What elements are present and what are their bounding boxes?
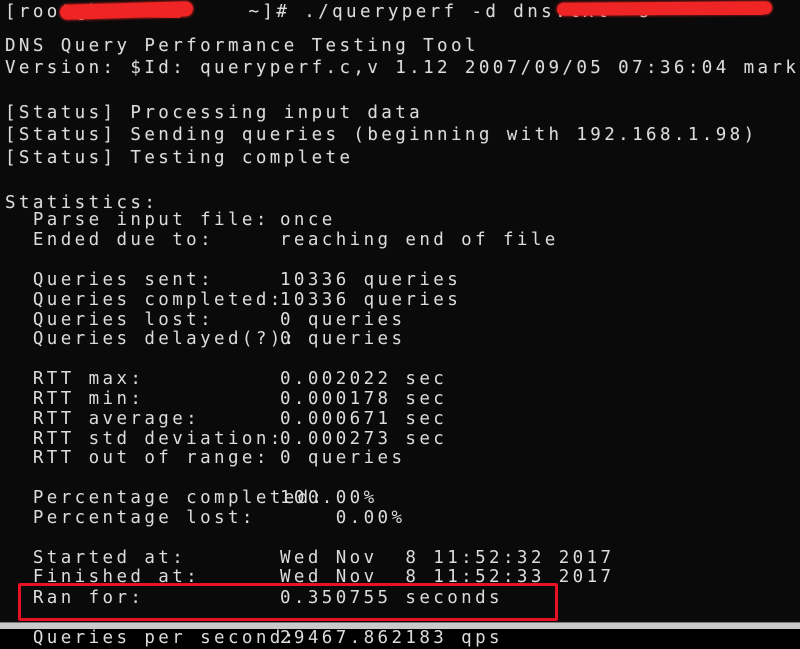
stat-label: Queries per second: — [5, 627, 298, 648]
stat-label: Queries completed: — [5, 289, 284, 310]
stat-row-queries-delayed: Queries delayed(?):0 queries — [5, 328, 405, 351]
stat-row-queries-completed: Queries completed:10336 queries — [5, 289, 461, 312]
status-line-2: [Status] Testing complete — [5, 148, 354, 168]
stat-value: reaching end of file — [280, 230, 559, 251]
prompt-suffix: ~]# — [234, 2, 305, 22]
stat-label: RTT out of range: — [5, 448, 270, 469]
stat-value: 10336 queries — [280, 289, 462, 310]
stat-label: Queries delayed(?): — [5, 329, 298, 350]
stat-label: RTT min: — [5, 388, 145, 409]
stat-value: 0.000178 sec — [280, 388, 448, 409]
stat-row-percentage-lost: Percentage lost: 0.00% — [5, 507, 405, 530]
stat-label: Percentage lost: — [5, 507, 256, 528]
stat-value: 29467.862183 qps — [280, 627, 503, 648]
stat-label: Ended due to: — [5, 230, 215, 251]
qps-highlight-box — [18, 583, 558, 621]
stat-row-ended-due-to: Ended due to: reaching end of file — [5, 229, 559, 252]
terminal-window[interactable]: [root@b ~]# ./queryperf -d dns.txt -s DN… — [0, 0, 800, 648]
redaction-bar-server-ip-secondary — [560, 9, 765, 15]
stat-value: 0 queries — [280, 448, 406, 469]
stat-row-rtt-min: RTT min: 0.000178 sec — [5, 388, 447, 411]
tool-version: Version: $Id: queryperf.c,v 1.12 2007/09… — [5, 58, 800, 78]
tool-title: DNS Query Performance Testing Tool — [5, 36, 479, 56]
status-line-0: [Status] Processing input data — [5, 103, 424, 123]
stat-row-queries-per-second: Queries per second:29467.862183 qps — [5, 627, 503, 649]
stat-row-rtt-out-of-range: RTT out of range: 0 queries — [5, 447, 405, 470]
stat-value: 0.00% — [280, 507, 406, 528]
status-line-1: [Status] Sending queries (beginning with… — [5, 125, 758, 145]
stat-value: 0 queries — [280, 329, 406, 350]
